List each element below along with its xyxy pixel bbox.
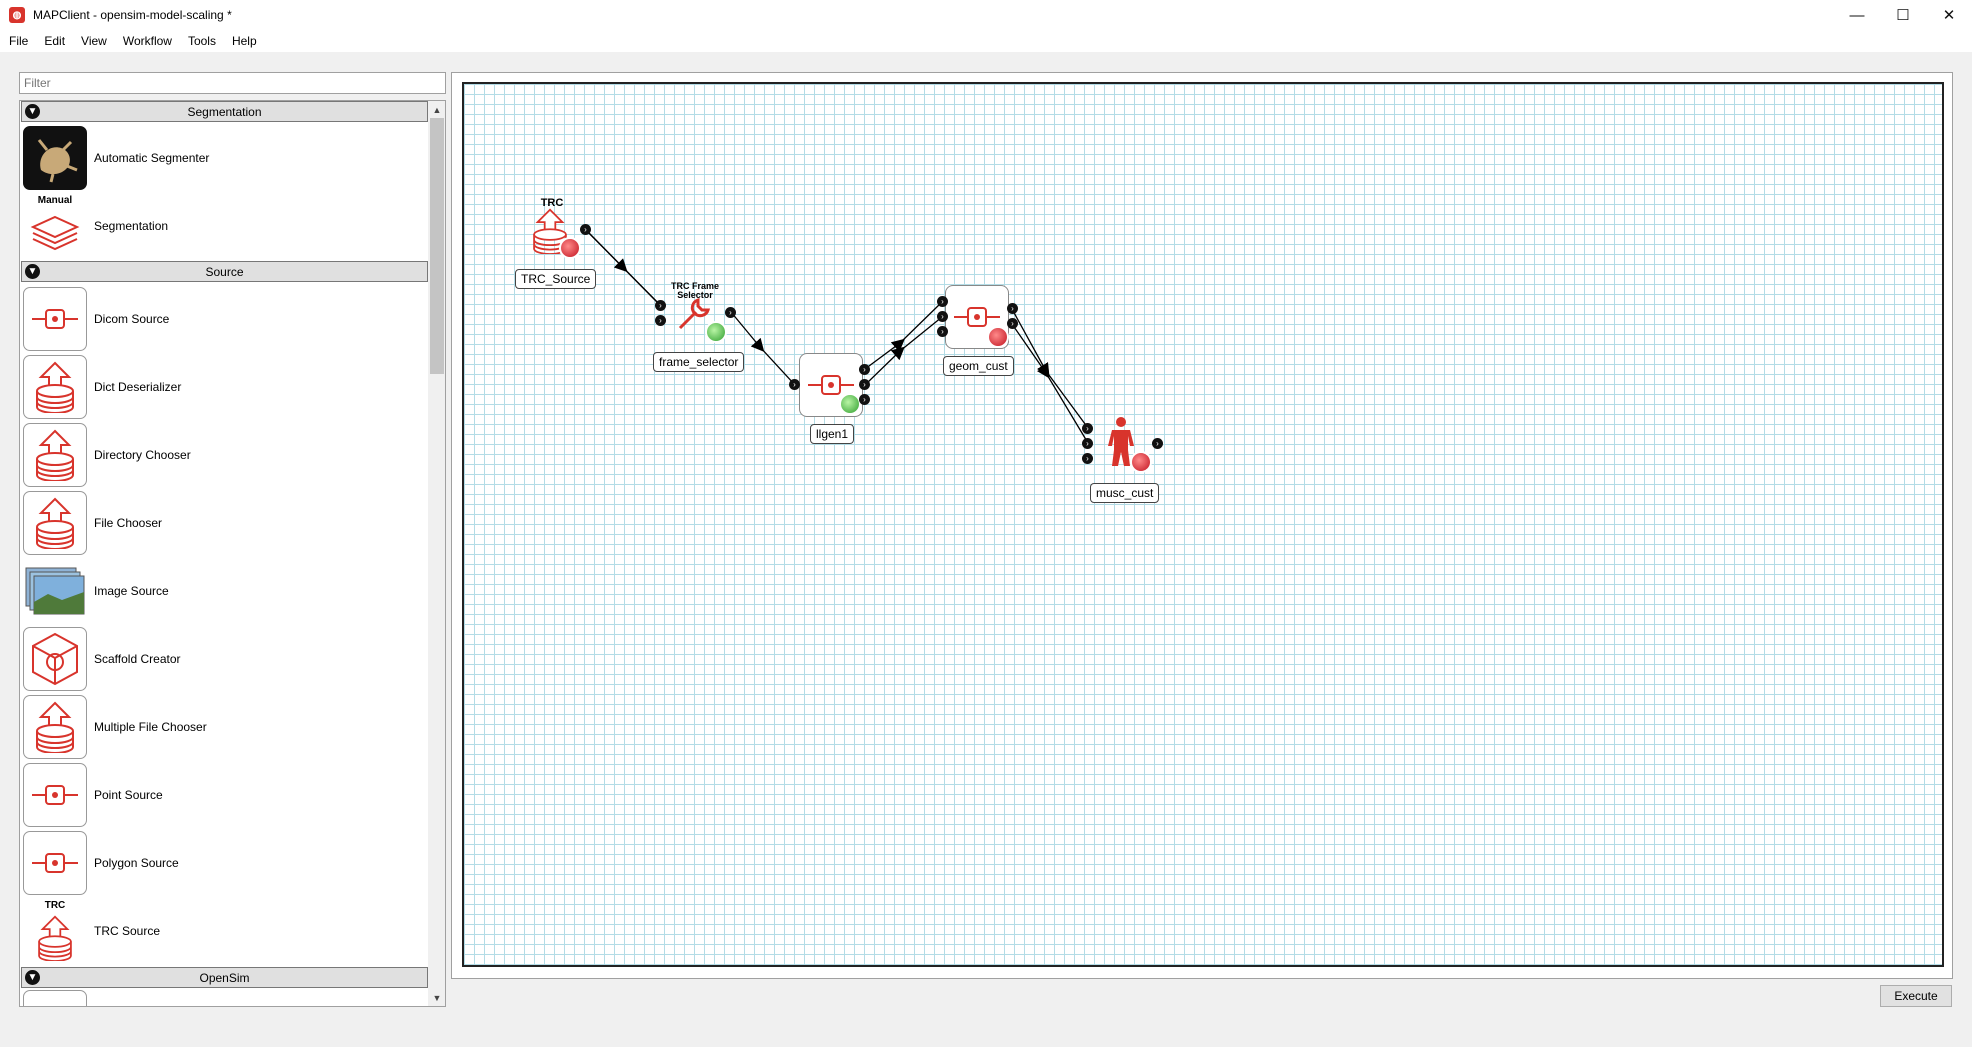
- execute-button[interactable]: Execute: [1880, 985, 1952, 1007]
- input-port[interactable]: ›: [1082, 453, 1093, 464]
- connection-geom-musc-1[interactable]: [1011, 308, 1089, 429]
- connection-llgen-geom-1[interactable]: [864, 301, 943, 370]
- status-error-icon: [559, 237, 581, 259]
- status-ok-icon: [705, 321, 727, 343]
- status-error-icon: [987, 326, 1009, 348]
- connection-geom-musc-2[interactable]: [1011, 323, 1089, 444]
- connection-frame-llgen[interactable]: [730, 311, 796, 386]
- output-port[interactable]: ›: [1007, 318, 1018, 329]
- connection-llgen-geom-2[interactable]: [864, 316, 943, 386]
- node-label[interactable]: geom_cust: [943, 356, 1014, 376]
- input-port[interactable]: ›: [655, 300, 666, 311]
- connection-lines: [584, 228, 1089, 444]
- node-label[interactable]: musc_cust: [1090, 483, 1160, 503]
- input-port[interactable]: ›: [937, 296, 948, 307]
- node-label[interactable]: frame_selector: [653, 352, 745, 372]
- output-port[interactable]: ›: [1152, 438, 1163, 449]
- output-port[interactable]: ›: [725, 307, 736, 318]
- input-port[interactable]: ›: [1082, 423, 1093, 434]
- input-port[interactable]: ›: [1082, 438, 1093, 449]
- node-label[interactable]: TRC_Source: [515, 269, 597, 289]
- output-port[interactable]: ›: [580, 224, 591, 235]
- node-caption: TRC: [540, 197, 564, 209]
- input-port[interactable]: ›: [937, 311, 948, 322]
- input-port[interactable]: ›: [789, 379, 800, 390]
- output-port[interactable]: ›: [859, 394, 870, 405]
- output-port[interactable]: ›: [1007, 303, 1018, 314]
- input-port[interactable]: ›: [937, 326, 948, 337]
- node-label[interactable]: llgen1: [810, 424, 855, 444]
- input-port[interactable]: ›: [655, 315, 666, 326]
- output-port[interactable]: ›: [859, 379, 870, 390]
- status-ok-icon: [839, 393, 861, 415]
- status-error-icon: [1130, 451, 1152, 473]
- output-port[interactable]: ›: [859, 364, 870, 375]
